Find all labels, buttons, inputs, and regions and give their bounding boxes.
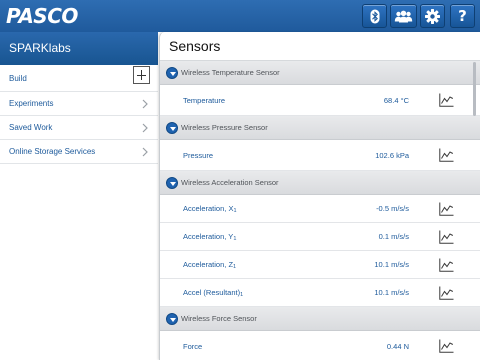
users-icon	[394, 10, 413, 22]
sidebar-item-build[interactable]: Build	[0, 65, 158, 92]
sensor-row: Temperature 68.4 °C	[160, 85, 480, 116]
graph-icon[interactable]	[439, 286, 454, 300]
sensor-group-name: Wireless Temperature Sensor	[181, 68, 280, 77]
measurement-value: 10.1 m/s/s	[374, 260, 409, 269]
sensor-group-name: Wireless Force Sensor	[181, 314, 257, 323]
chevron-right-icon	[142, 123, 148, 133]
graph-icon[interactable]	[439, 258, 454, 272]
panel-title: Sensors	[160, 32, 480, 61]
measurement-value: 68.4 °C	[383, 96, 409, 105]
sidebar-item-experiments[interactable]: Experiments	[0, 92, 158, 116]
chevron-right-icon	[142, 147, 148, 157]
sensor-group-header[interactable]: Wireless Temperature Sensor	[160, 61, 480, 85]
sidebar-title: SPARKlabs	[0, 32, 158, 65]
sidebar-item-label: Build	[9, 74, 27, 83]
sensor-group-name: Wireless Acceleration Sensor	[181, 178, 279, 187]
sidebar-item-label: Saved Work	[9, 123, 53, 132]
sensor-group-name: Wireless Pressure Sensor	[181, 123, 268, 132]
sidebar-item-saved-work[interactable]: Saved Work	[0, 116, 158, 140]
sidebar: SPARKlabs Build Experiments Saved Work O…	[0, 32, 158, 360]
sensors-panel: Sensors Wireless Temperature Sensor Temp…	[159, 32, 480, 360]
collapse-toggle-icon[interactable]	[166, 177, 178, 189]
graph-icon[interactable]	[439, 93, 454, 107]
measurement-value: 102.6 kPa	[375, 151, 409, 160]
graph-icon[interactable]	[439, 230, 454, 244]
settings-button[interactable]	[420, 4, 445, 28]
measurement-value: 0.44 N	[386, 342, 409, 351]
bluetooth-button[interactable]	[362, 4, 387, 28]
measurement-name: Pressure	[183, 151, 214, 160]
measurement-name: Acceleration, Y1	[183, 232, 237, 242]
graph-icon[interactable]	[439, 148, 454, 162]
sensor-row: Force 0.44 N	[160, 331, 480, 360]
sensor-row: Acceleration, Y1 0.1 m/s/s	[160, 223, 480, 251]
sensor-row: Acceleration, X1 -0.5 m/s/s	[160, 195, 480, 223]
sidebar-item-online-storage[interactable]: Online Storage Services	[0, 140, 158, 164]
sensor-group-header[interactable]: Wireless Force Sensor	[160, 307, 480, 331]
measurement-value: -0.5 m/s/s	[376, 204, 409, 213]
sensor-row: Accel (Resultant)1 10.1 m/s/s	[160, 279, 480, 307]
sensor-list[interactable]: Wireless Temperature Sensor Temperature …	[160, 61, 480, 360]
sensor-row: Acceleration, Z1 10.1 m/s/s	[160, 251, 480, 279]
bluetooth-icon	[370, 9, 379, 23]
measurement-name: Acceleration, Z1	[183, 260, 237, 270]
help-button[interactable]: ?	[450, 4, 475, 28]
users-button[interactable]	[390, 4, 417, 28]
help-icon: ?	[458, 6, 467, 25]
measurement-name: Temperature	[183, 96, 226, 105]
measurement-name: Force	[183, 342, 203, 351]
sensor-row: Pressure 102.6 kPa	[160, 140, 480, 171]
top-bar: PASCO ?	[0, 0, 480, 32]
graph-icon[interactable]	[439, 202, 454, 216]
measurement-value: 0.1 m/s/s	[378, 232, 409, 241]
measurement-name: Accel (Resultant)1	[183, 288, 244, 298]
sensor-group-header[interactable]: Wireless Acceleration Sensor	[160, 171, 480, 195]
measurement-name: Acceleration, X1	[183, 204, 237, 214]
graph-icon[interactable]	[439, 339, 454, 353]
collapse-toggle-icon[interactable]	[166, 122, 178, 134]
chevron-right-icon	[142, 99, 148, 109]
sensor-group-header[interactable]: Wireless Pressure Sensor	[160, 116, 480, 140]
collapse-toggle-icon[interactable]	[166, 67, 178, 79]
scrollbar[interactable]	[473, 62, 476, 116]
pasco-logo: PASCO	[6, 4, 78, 28]
sidebar-item-label: Experiments	[9, 99, 54, 108]
sidebar-item-label: Online Storage Services	[9, 147, 96, 156]
collapse-toggle-icon[interactable]	[166, 313, 178, 325]
measurement-value: 10.1 m/s/s	[374, 288, 409, 297]
add-box-icon[interactable]	[133, 66, 150, 84]
gear-icon	[425, 8, 440, 24]
